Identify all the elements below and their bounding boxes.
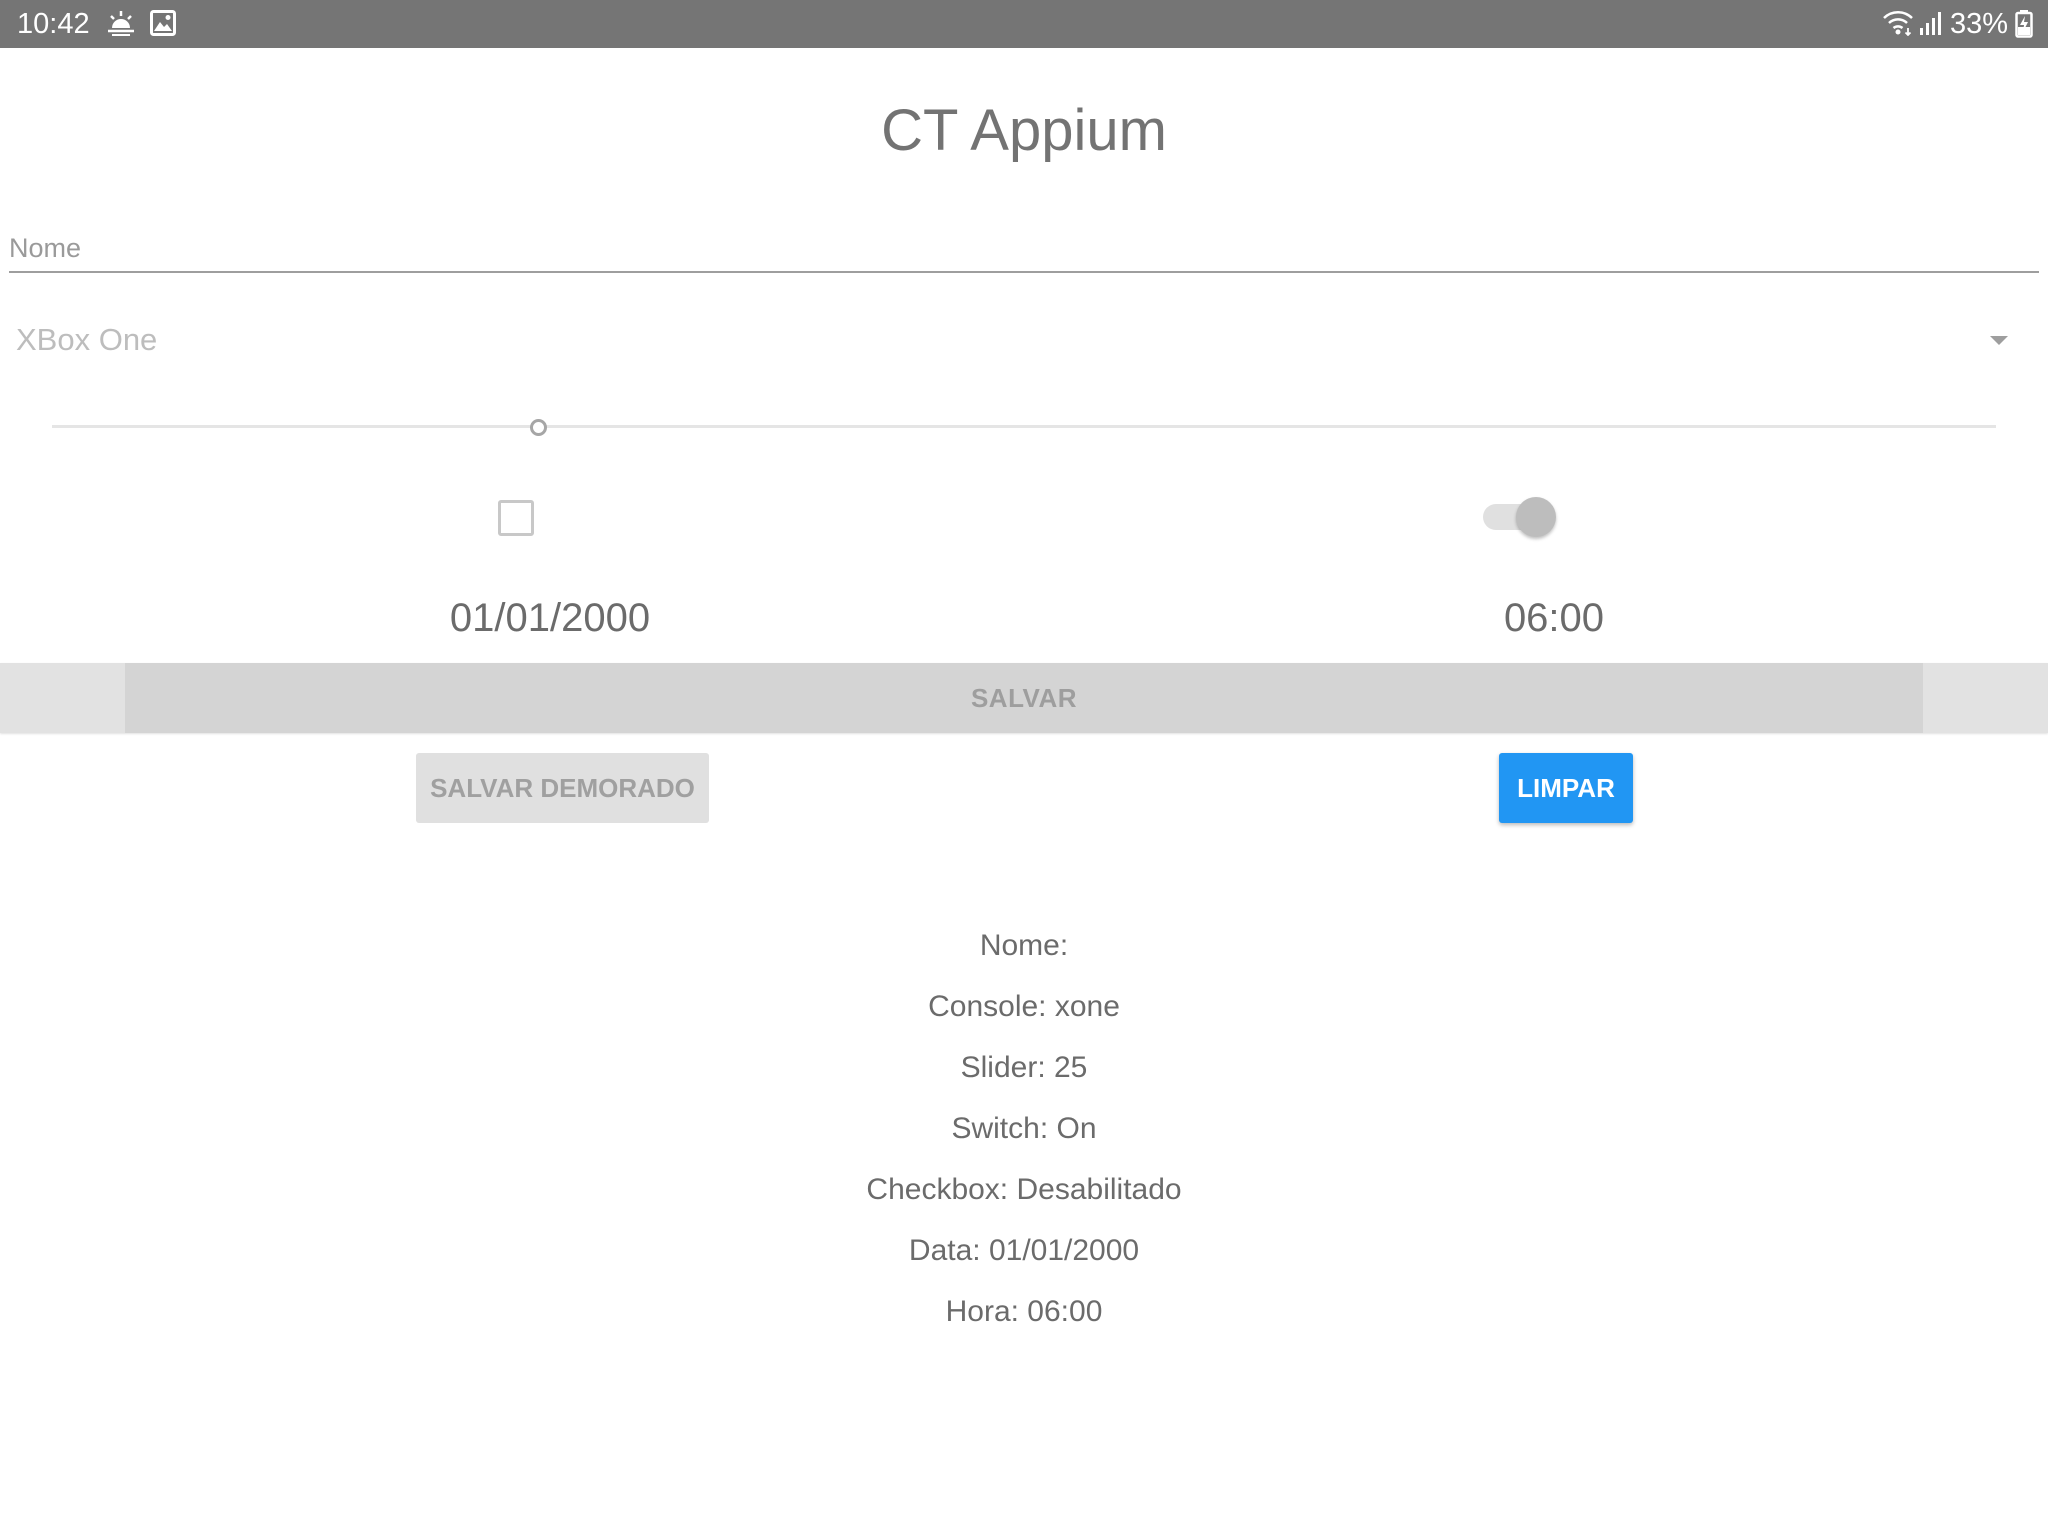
date-picker[interactable]: 01/01/2000 <box>400 595 700 641</box>
result-console: Console: xone <box>928 990 1120 1023</box>
battery-percentage: 33% <box>1949 8 2008 40</box>
wifi-icon <box>1883 11 1913 36</box>
slider-track[interactable] <box>52 425 1996 428</box>
result-date: Data: 01/01/2000 <box>908 1234 1140 1267</box>
result-time: Hora: 06:00 <box>945 1295 1103 1328</box>
clear-button[interactable]: LIMPAR <box>1499 753 1633 823</box>
page-title: CT Appium <box>881 98 1167 163</box>
weather-sunrise-icon <box>108 11 134 36</box>
result-slider: Slider: 25 <box>960 1051 1088 1084</box>
gallery-icon <box>150 10 176 36</box>
name-input[interactable] <box>9 225 2039 273</box>
save-bar: SALVAR <box>0 663 2048 733</box>
result-name: Nome: <box>979 929 1069 962</box>
results-panel: Nome: Console: xone Slider: 25 Switch: O… <box>0 926 2048 1353</box>
chevron-down-icon <box>1990 336 2008 345</box>
time-picker[interactable]: 06:00 <box>1404 595 1704 641</box>
status-bar: 10:42 33% <box>0 0 2048 48</box>
signal-icon <box>1920 12 1941 35</box>
checkbox[interactable] <box>498 500 534 536</box>
console-select-value: XBox One <box>16 322 158 357</box>
result-checkbox: Checkbox: Desabilitado <box>866 1173 1182 1206</box>
status-time: 10:42 <box>17 8 90 40</box>
battery-charging-icon <box>2015 10 2033 38</box>
save-button[interactable]: SALVAR <box>125 663 1923 733</box>
console-select[interactable]: XBox One <box>0 310 2048 370</box>
slider[interactable] <box>52 410 1996 444</box>
slider-thumb[interactable] <box>530 419 547 436</box>
switch-toggle[interactable] <box>1480 494 1560 540</box>
save-delayed-button[interactable]: SALVAR DEMORADO <box>416 753 709 823</box>
switch-thumb <box>1516 497 1556 537</box>
app-screen: 10:42 33% CT Appium Nome XBox One 01/01/… <box>0 0 2048 1536</box>
result-switch: Switch: On <box>951 1112 1097 1145</box>
